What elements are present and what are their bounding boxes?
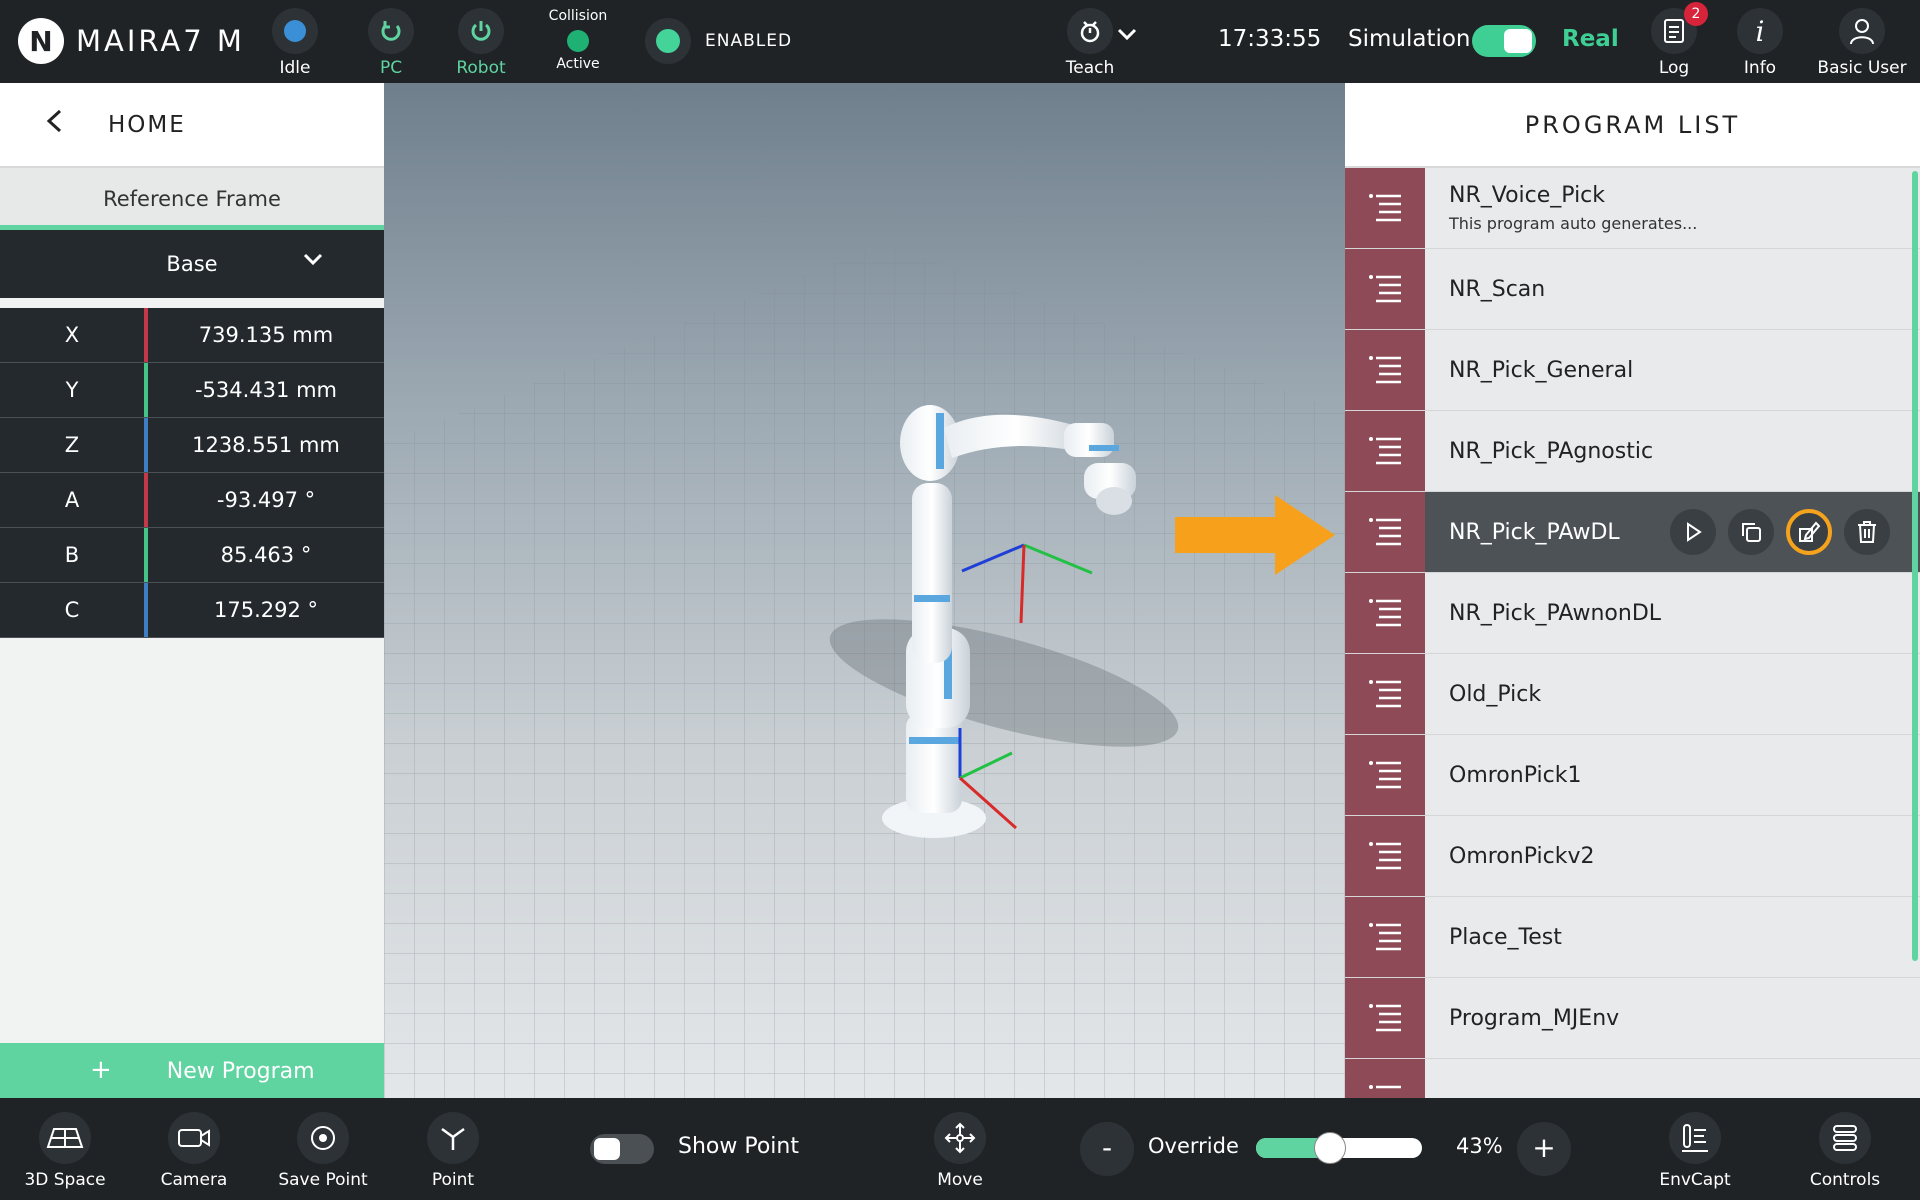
program-item[interactable]: NR_Pick_PAwnonDL xyxy=(1345,573,1920,654)
envcapt-button[interactable]: EnvCapt xyxy=(1640,1112,1750,1190)
program-item[interactable]: NR_Voice_Pick This program auto generates… xyxy=(1345,168,1920,249)
copy-icon[interactable] xyxy=(1728,509,1774,555)
program-actions xyxy=(1670,509,1890,555)
pc-power-icon xyxy=(368,8,414,54)
home-header: HOME xyxy=(0,83,384,168)
idle-icon xyxy=(272,8,318,54)
point-button[interactable]: Point xyxy=(398,1112,508,1190)
logo-icon: N xyxy=(18,18,64,64)
program-item[interactable]: OmronPickv2 xyxy=(1345,816,1920,897)
override-slider[interactable] xyxy=(1256,1132,1422,1164)
camera-icon xyxy=(168,1112,220,1164)
simulation-real-toggle[interactable] xyxy=(1472,25,1536,57)
program-list-icon xyxy=(1345,1059,1425,1098)
coord-row-a: A -93.497 ° xyxy=(0,473,384,528)
program-list-icon xyxy=(1345,168,1425,248)
info-icon: i xyxy=(1737,8,1783,54)
bottom-toolbar: 3D Space Camera Save Point Point Show Po… xyxy=(0,1098,1920,1200)
camera-button[interactable]: Camera xyxy=(139,1112,249,1190)
coord-row-z: Z 1238.551 mm xyxy=(0,418,384,473)
program-list-icon xyxy=(1345,897,1425,977)
enabled-indicator-icon xyxy=(645,18,691,64)
envcapt-icon xyxy=(1669,1112,1721,1164)
3d-space-icon xyxy=(39,1112,91,1164)
program-list-icon xyxy=(1345,330,1425,410)
robot-button[interactable]: Robot xyxy=(445,8,517,78)
user-button[interactable]: Basic User xyxy=(1810,8,1914,78)
teach-dropdown-chevron-icon[interactable] xyxy=(1115,22,1139,52)
program-item[interactable]: OmronPick1 xyxy=(1345,735,1920,816)
play-icon[interactable] xyxy=(1670,509,1716,555)
app-logo: N MAIRA7 M xyxy=(18,18,245,64)
program-list-scrollbar[interactable] xyxy=(1912,171,1918,961)
save-point-icon xyxy=(297,1112,349,1164)
home-title: HOME xyxy=(108,111,186,138)
override-label: Override xyxy=(1148,1134,1239,1158)
edit-icon[interactable] xyxy=(1786,509,1832,555)
program-item[interactable]: Old_Pick xyxy=(1345,654,1920,735)
new-program-button[interactable]: + New Program xyxy=(0,1043,384,1098)
collision-status[interactable]: Collision Active xyxy=(545,8,611,72)
show-point-label: Show Point xyxy=(678,1134,799,1159)
back-arrow-icon[interactable] xyxy=(44,107,64,142)
log-count-badge: 2 xyxy=(1684,2,1708,26)
program-list-icon xyxy=(1345,816,1425,896)
controls-icon xyxy=(1819,1112,1871,1164)
teach-icon xyxy=(1067,8,1113,54)
enable-status[interactable]: ENABLED xyxy=(645,18,792,64)
info-button[interactable]: i Info xyxy=(1724,8,1796,78)
program-list-icon xyxy=(1345,411,1425,491)
coord-row-b: B 85.463 ° xyxy=(0,528,384,583)
reference-frame-select[interactable]: Base xyxy=(0,230,384,298)
move-button[interactable]: Move xyxy=(905,1112,1015,1190)
show-point-toggle[interactable] xyxy=(590,1134,654,1164)
program-list-icon xyxy=(1345,492,1425,572)
reference-frame-label: Reference Frame xyxy=(0,168,384,230)
program-item-selected[interactable]: NR_Pick_PAwDL xyxy=(1345,492,1920,573)
3d-viewport[interactable] xyxy=(384,83,1345,1098)
program-item[interactable]: NR_Pick_PAgnostic xyxy=(1345,411,1920,492)
user-icon xyxy=(1839,8,1885,54)
program-list-icon xyxy=(1345,978,1425,1058)
3d-space-button[interactable]: 3D Space xyxy=(10,1112,120,1190)
move-icon xyxy=(934,1112,986,1164)
3d-scene xyxy=(384,243,1345,1098)
program-list-panel: PROGRAM LIST NR_Voice_Pick This program a… xyxy=(1345,83,1920,1098)
collision-indicator-icon xyxy=(567,30,589,52)
robot-power-icon xyxy=(458,8,504,54)
program-item-partial[interactable] xyxy=(1345,1059,1920,1098)
point-icon xyxy=(427,1112,479,1164)
override-slider-knob[interactable] xyxy=(1313,1132,1346,1164)
coord-row-y: Y -534.431 mm xyxy=(0,363,384,418)
program-list-icon xyxy=(1345,735,1425,815)
annotation-arrow-icon xyxy=(1175,495,1335,579)
app-title: MAIRA7 M xyxy=(76,24,245,58)
override-minus-button[interactable]: - xyxy=(1080,1122,1134,1176)
clock: 17:33:55 xyxy=(1218,26,1322,52)
program-item[interactable]: Place_Test xyxy=(1345,897,1920,978)
pc-button[interactable]: PC xyxy=(355,8,427,78)
coordinate-table: X 739.135 mm Y -534.431 mm Z 1238.551 mm A-… xyxy=(0,308,384,638)
program-list-icon xyxy=(1345,573,1425,653)
status-idle[interactable]: Idle xyxy=(259,8,331,78)
program-list-icon xyxy=(1345,654,1425,734)
chevron-down-icon xyxy=(302,230,324,298)
program-list-title: PROGRAM LIST xyxy=(1345,83,1920,168)
controls-button[interactable]: Controls xyxy=(1790,1112,1900,1190)
program-list-icon xyxy=(1345,249,1425,329)
top-bar: N MAIRA7 M Idle PC Robot Collision Activ… xyxy=(0,0,1920,83)
delete-icon[interactable] xyxy=(1844,509,1890,555)
override-plus-button[interactable]: + xyxy=(1517,1122,1571,1176)
coord-row-c: C 175.292 ° xyxy=(0,583,384,638)
program-item[interactable]: Program_MJEnv xyxy=(1345,978,1920,1059)
save-point-button[interactable]: Save Point xyxy=(268,1112,378,1190)
program-item[interactable]: NR_Scan xyxy=(1345,249,1920,330)
left-panel: HOME Reference Frame Base X 739.135 mm Y-… xyxy=(0,83,384,1098)
real-label: Real xyxy=(1562,26,1619,52)
plus-icon: + xyxy=(90,1055,112,1085)
simulation-label: Simulation xyxy=(1348,26,1471,52)
override-value: 43% xyxy=(1456,1134,1503,1158)
coord-row-x: X 739.135 mm xyxy=(0,308,384,363)
program-item[interactable]: NR_Pick_General xyxy=(1345,330,1920,411)
